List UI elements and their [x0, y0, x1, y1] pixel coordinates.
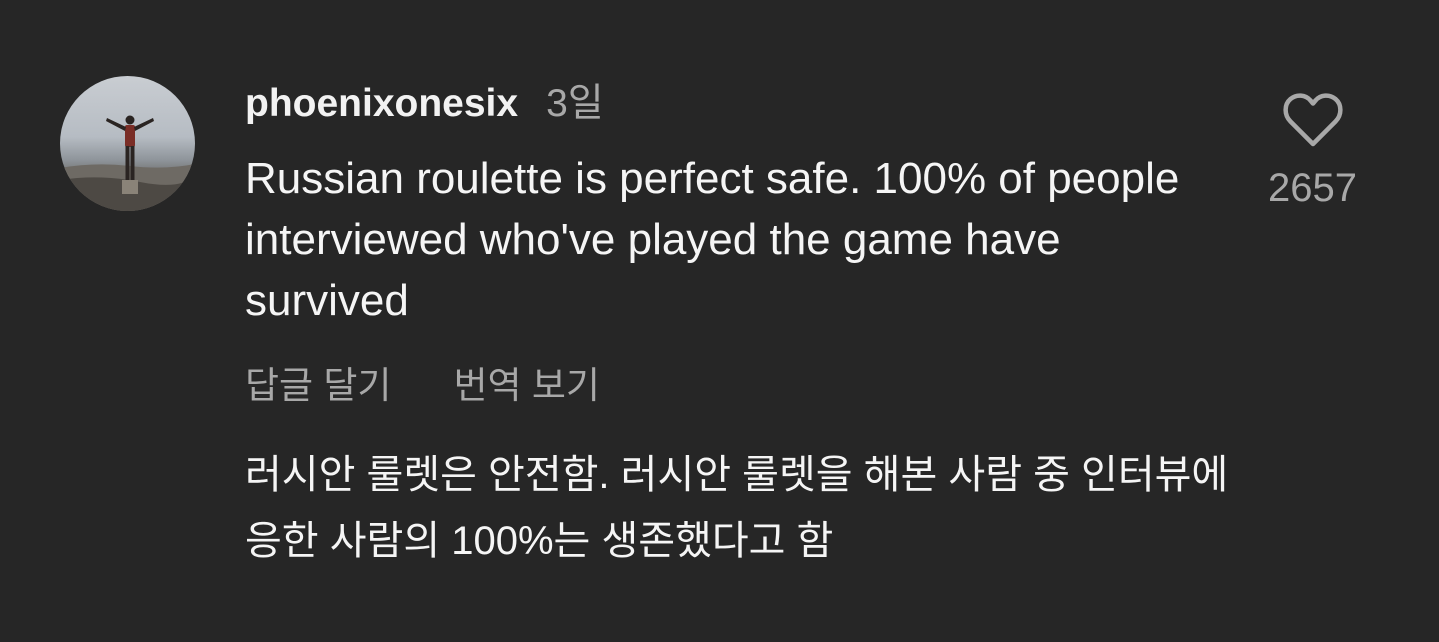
heart-outline-icon[interactable]: [1282, 92, 1344, 148]
comment-header: phoenixonesix 3일: [245, 72, 604, 125]
timestamp: 3일: [546, 82, 604, 125]
comment-text: Russian roulette is perfect safe. 100% o…: [245, 154, 1180, 325]
username[interactable]: phoenixonesix: [245, 82, 518, 126]
comment-actions: 답글 달기 번역 보기: [245, 355, 600, 409]
translate-button[interactable]: 번역 보기: [453, 355, 599, 409]
translated-text: 러시안 룰렛은 안전함. 러시안 룰렛을 해본 사람 중 인터뷰에 응한 사람의…: [245, 453, 1229, 563]
like-count: 2657: [1268, 166, 1357, 210]
avatar[interactable]: [60, 76, 195, 211]
reply-button[interactable]: 답글 달기: [245, 355, 391, 409]
like-section: 2657: [1250, 92, 1375, 211]
comment: phoenixonesix 3일 Russian roulette is per…: [0, 0, 1439, 642]
avatar-photo: [60, 115, 195, 211]
